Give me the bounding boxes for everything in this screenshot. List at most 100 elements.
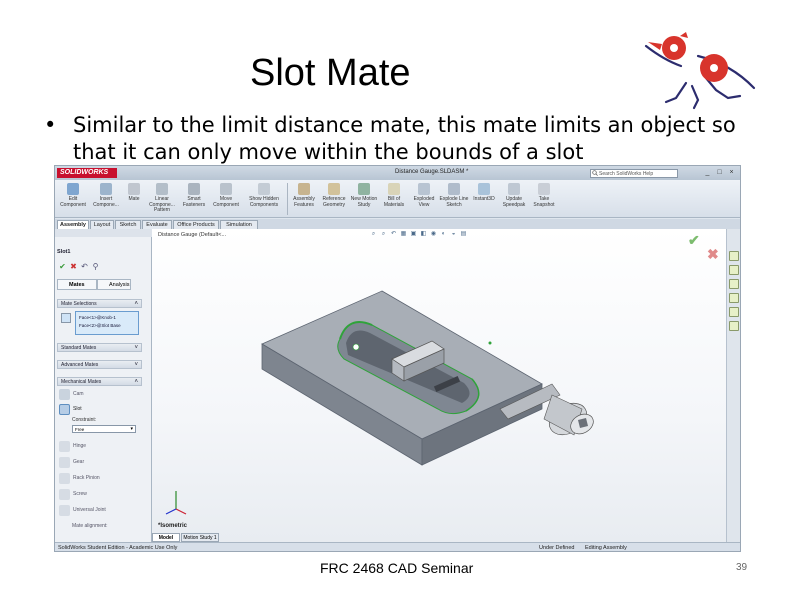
section-view-icon[interactable]: ▦ [400, 231, 407, 238]
tab-motion-study[interactable]: Motion Study 1 [181, 533, 219, 542]
smart-fasteners-button[interactable]: Smart Fasteners [179, 183, 209, 208]
update-speedpak-button[interactable]: Update Speedpak [499, 183, 529, 208]
new-motion-study-button[interactable]: New Motion Study [349, 183, 379, 208]
custom-properties-icon[interactable] [729, 321, 739, 331]
solidworks-resources-icon[interactable] [729, 251, 739, 261]
tab-office-products[interactable]: Office Products [173, 220, 219, 229]
reference-geometry-label: Reference Geometry [322, 196, 346, 208]
bom-icon [388, 183, 400, 195]
tab-mates[interactable]: Mates [57, 279, 97, 290]
maximize-button[interactable]: □ [715, 169, 724, 177]
zoom-area-icon[interactable]: ⌕ [380, 231, 387, 238]
assembly-features-label: Assembly Features [293, 196, 315, 208]
instant3d-label: Instant3D [473, 196, 495, 202]
tab-simulation[interactable]: Simulation [220, 220, 258, 229]
appearance-icon[interactable]: ◐ [440, 231, 447, 238]
undo-button[interactable]: ↶ [80, 262, 89, 271]
confirm-cancel-icon[interactable]: ✖ [707, 246, 719, 263]
standard-mates-header[interactable]: Standard Mates ˅ [57, 343, 142, 352]
property-manager: Slot1 ✔ ✖ ↶ ⚲ Mates Analysis Mate Select… [55, 229, 152, 542]
list-item[interactable]: Face<1>@Knob-1 [79, 315, 116, 320]
tab-sketch[interactable]: Sketch [115, 220, 141, 229]
mate-selections-list[interactable]: Face<1>@Knob-1 Face<2>@Slot Base [75, 311, 139, 335]
close-button[interactable]: × [727, 169, 736, 177]
insert-component-label: Insert Compone... [93, 196, 119, 208]
previous-view-icon[interactable]: ↶ [390, 231, 397, 238]
triad-icon [165, 491, 187, 515]
assembly-features-button[interactable]: Assembly Features [289, 183, 319, 208]
speedpak-icon [508, 183, 520, 195]
constraint-value: Free [75, 427, 85, 432]
view-palette-icon[interactable] [729, 293, 739, 303]
chevron-up-icon: ˄ [134, 379, 138, 385]
mechanical-mates-header[interactable]: Mechanical Mates ˄ [57, 377, 142, 386]
scene-icon[interactable]: ◒ [450, 231, 457, 238]
explode-line-sketch-button[interactable]: Explode Line Sketch [439, 183, 469, 208]
hinge-icon[interactable] [59, 441, 70, 452]
solidworks-window: SOLIDWORKS Distance Gauge.SLDASM * Searc… [54, 165, 741, 552]
mate-button[interactable]: Mate [123, 183, 145, 203]
chevron-up-icon: ˄ [134, 301, 138, 307]
selection-icon [61, 313, 71, 323]
reference-geometry-icon [328, 183, 340, 195]
hinge-mate-option[interactable]: Hinge [73, 443, 86, 449]
zoom-fit-icon[interactable]: ⌕ [370, 231, 377, 238]
ok-button[interactable]: ✔ [58, 262, 67, 271]
cam-mate-option[interactable]: Cam [73, 391, 84, 397]
view-settings-icon[interactable]: ▤ [460, 231, 467, 238]
rack-pinion-icon[interactable] [59, 473, 70, 484]
assembly-model[interactable] [252, 269, 632, 509]
cam-icon[interactable] [59, 389, 70, 400]
slot-center-marker [352, 343, 360, 351]
solidworks-logo: SOLIDWORKS [57, 168, 117, 178]
edit-component-button[interactable]: Edit Component [58, 183, 88, 208]
chevron-down-icon: ˅ [134, 362, 138, 368]
cancel-button[interactable]: ✖ [69, 262, 78, 271]
tab-analysis[interactable]: Analysis [97, 279, 131, 290]
linear-pattern-button[interactable]: Linear Compone... Pattern [147, 183, 177, 214]
rack-pinion-mate-option[interactable]: Rack Pinion [73, 475, 100, 481]
mate-selections-label: Mate Selections [61, 301, 97, 307]
slot-icon[interactable] [59, 404, 70, 415]
tab-model[interactable]: Model [152, 533, 180, 542]
bill-of-materials-button[interactable]: Bill of Materials [379, 183, 409, 208]
screw-mate-option[interactable]: Screw [73, 491, 87, 497]
tab-assembly[interactable]: Assembly [57, 220, 89, 229]
feature-tree-flyout[interactable]: Distance Gauge (Default<... [158, 232, 226, 238]
exploded-view-button[interactable]: Exploded View [409, 183, 439, 208]
origin-point [488, 341, 492, 345]
instant3d-icon [478, 183, 490, 195]
hide-show-icon[interactable]: ◉ [430, 231, 437, 238]
pushpin-button[interactable]: ⚲ [91, 262, 100, 271]
reference-geometry-button[interactable]: Reference Geometry [319, 183, 349, 208]
advanced-mates-header[interactable]: Advanced Mates ˅ [57, 360, 142, 369]
list-item[interactable]: Face<2>@Slot Base [79, 323, 121, 328]
tab-layout[interactable]: Layout [90, 220, 114, 229]
graphics-area[interactable]: Distance Gauge (Default<... ⌕ ⌕ ↶ ▦ ▣ ◧ … [152, 229, 740, 542]
insert-component-button[interactable]: Insert Compone... [91, 183, 121, 208]
gear-icon[interactable] [59, 457, 70, 468]
appearances-icon[interactable] [729, 307, 739, 317]
tab-evaluate[interactable]: Evaluate [142, 220, 172, 229]
display-style-icon[interactable]: ◧ [420, 231, 427, 238]
show-hidden-button[interactable]: Show Hidden Components [249, 183, 279, 208]
take-snapshot-button[interactable]: Take Snapshot [529, 183, 559, 208]
design-library-icon[interactable] [729, 265, 739, 275]
universal-joint-icon[interactable] [59, 505, 70, 516]
mate-selections-header[interactable]: Mate Selections ˄ [57, 299, 142, 308]
chevron-down-icon: ▾ [130, 426, 133, 432]
universal-joint-mate-option[interactable]: Universal Joint [73, 507, 106, 513]
screw-icon[interactable] [59, 489, 70, 500]
instant3d-button[interactable]: Instant3D [469, 183, 499, 203]
search-input[interactable]: Search SolidWorks Help [590, 169, 678, 178]
motion-study-icon [358, 183, 370, 195]
view-orientation-icon[interactable]: ▣ [410, 231, 417, 238]
move-component-button[interactable]: Move Component [211, 183, 241, 208]
file-explorer-icon[interactable] [729, 279, 739, 289]
confirm-ok-icon[interactable]: ✔ [688, 232, 700, 249]
gear-mate-option[interactable]: Gear [73, 459, 84, 465]
slot-mate-option[interactable]: Slot [73, 406, 82, 412]
minimize-button[interactable]: _ [703, 169, 712, 177]
move-component-icon [220, 183, 232, 195]
constraint-dropdown[interactable]: Free ▾ [72, 425, 136, 433]
